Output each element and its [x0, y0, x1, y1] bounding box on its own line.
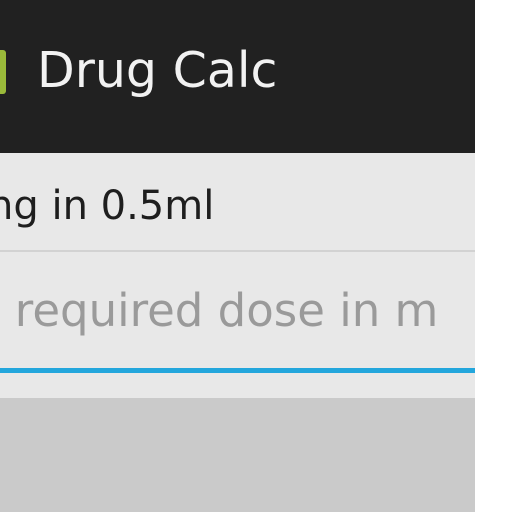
dose-field[interactable] — [0, 252, 475, 373]
action-bar: Drug Calc — [0, 0, 475, 153]
app-launcher-icon[interactable] — [0, 50, 6, 94]
calculate-button[interactable] — [0, 398, 475, 512]
required-dose-input[interactable] — [0, 252, 475, 368]
app-title: Drug Calc — [37, 42, 278, 99]
app-screen: Drug Calc ng in 0.5ml — [0, 0, 475, 512]
spacer — [0, 373, 475, 398]
drug-strength-label: ng in 0.5ml — [0, 183, 215, 229]
drug-strength-row: ng in 0.5ml — [0, 153, 475, 252]
